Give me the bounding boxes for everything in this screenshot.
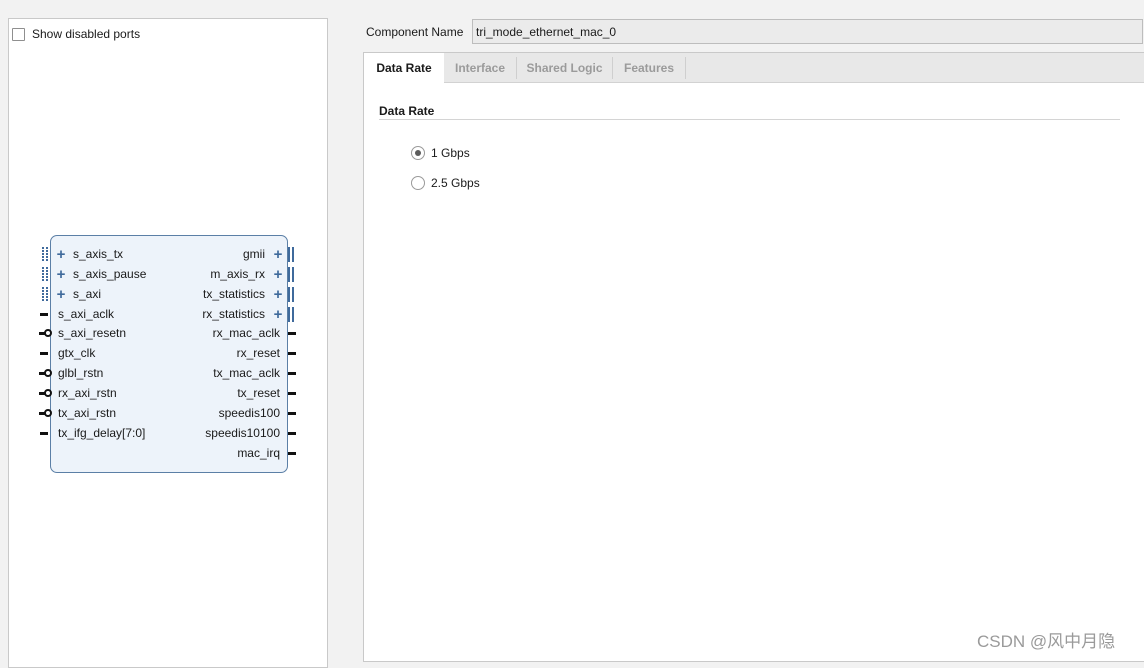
bus-connector-icon <box>41 266 51 282</box>
port-label: tx_ifg_delay[7:0] <box>58 425 146 440</box>
port-tx-axi-rstn: tx_axi_rstn <box>51 405 116 421</box>
tab-separator <box>685 57 686 79</box>
port-tx-mac-aclk: tx_mac_aclk <box>213 365 287 381</box>
pin-icon <box>287 425 297 441</box>
port-rx-reset: rx_reset <box>237 345 287 361</box>
port-mac-irq: mac_irq <box>237 445 287 461</box>
tab-bar: Data Rate Interface Shared Logic Feature… <box>364 53 1144 84</box>
port-s-axis-tx: + s_axis_tx <box>51 246 123 262</box>
port-label: glbl_rstn <box>58 366 104 381</box>
port-speedis10100: speedis10100 <box>205 425 287 441</box>
port-label: mac_irq <box>237 445 280 460</box>
data-rate-option-1gbps[interactable]: 1 Gbps <box>411 145 470 161</box>
pin-icon <box>287 445 297 461</box>
config-panel: Data Rate Interface Shared Logic Feature… <box>363 52 1144 662</box>
port-label: tx_reset <box>237 385 280 400</box>
port-label: m_axis_rx <box>210 266 265 281</box>
port-label: gmii <box>242 247 265 261</box>
expand-bus-icon[interactable]: + <box>271 247 285 262</box>
bus-connector-icon <box>41 246 51 262</box>
port-rx-axi-rstn: rx_axi_rstn <box>51 385 117 401</box>
bus-connector-icon <box>287 306 297 322</box>
pin-icon <box>287 365 297 381</box>
port-label: tx_mac_aclk <box>213 366 280 381</box>
port-label: s_axi_resetn <box>58 326 127 341</box>
active-low-pin-icon <box>39 365 52 381</box>
active-low-pin-icon <box>39 325 52 341</box>
port-s-axi: + s_axi <box>51 286 101 302</box>
show-disabled-ports-checkbox[interactable] <box>12 27 25 41</box>
bus-connector-icon <box>287 246 297 262</box>
port-label: rx_axi_rstn <box>58 385 117 400</box>
port-label: tx_statistics <box>202 286 265 301</box>
watermark: CSDN @风中月隐 <box>977 632 1116 651</box>
port-tx-reset: tx_reset <box>237 385 287 401</box>
ip-symbol-block: + s_axis_tx + s_axis_pause + s_axi s_axi_aclks… <box>39 235 296 473</box>
port-label: gtx_clk <box>58 346 96 361</box>
port-label: tx_axi_rstn <box>58 405 117 420</box>
port-m-axis-rx: m_axis_rx + <box>210 266 287 282</box>
port-tx-statistics: tx_statistics + <box>203 286 287 302</box>
show-disabled-ports-option[interactable]: Show disabled ports <box>12 27 140 41</box>
port-label: speedis10100 <box>205 425 280 440</box>
tab-interface[interactable]: Interface <box>444 53 516 83</box>
tab-shared-logic[interactable]: Shared Logic <box>517 53 612 83</box>
port-s-axi-aclk: s_axi_aclk <box>51 306 114 322</box>
pin-icon <box>40 425 51 441</box>
component-name-input[interactable] <box>472 19 1143 44</box>
radio-1gbps[interactable] <box>411 146 425 160</box>
symbol-panel: Show disabled ports + s_axis_tx + s_axis_pa… <box>8 18 328 668</box>
pin-icon <box>40 345 51 361</box>
active-low-pin-icon <box>39 405 52 421</box>
port-gmii: gmii + <box>243 246 287 262</box>
port-label: s_axi_aclk <box>58 306 115 321</box>
bus-connector-icon <box>41 286 51 302</box>
expand-bus-icon[interactable]: + <box>271 307 285 322</box>
port-s-axi-resetn: s_axi_resetn <box>51 325 126 341</box>
expand-bus-icon[interactable]: + <box>54 287 68 302</box>
port-tx-ifg-delay-7-0: tx_ifg_delay[7:0] <box>51 425 145 441</box>
tab-data-rate[interactable]: Data Rate <box>364 53 444 84</box>
pin-icon <box>287 405 297 421</box>
port-gtx-clk: gtx_clk <box>51 345 95 361</box>
expand-bus-icon[interactable]: + <box>54 247 68 262</box>
port-glbl-rstn: glbl_rstn <box>51 365 103 381</box>
port-label: s_axi <box>73 286 102 301</box>
pin-icon <box>40 306 51 322</box>
tab-features[interactable]: Features <box>613 53 685 83</box>
pin-icon <box>287 345 297 361</box>
expand-bus-icon[interactable]: + <box>271 267 285 282</box>
port-label: rx_reset <box>236 346 280 361</box>
expand-bus-icon[interactable]: + <box>271 287 285 302</box>
radio-2-5gbps-label: 2.5 Gbps <box>431 176 480 190</box>
port-s-axis-pause: + s_axis_pause <box>51 266 147 282</box>
active-low-pin-icon <box>39 385 52 401</box>
radio-1gbps-label: 1 Gbps <box>431 146 470 160</box>
port-label: speedis100 <box>218 405 280 420</box>
port-speedis100: speedis100 <box>219 405 287 421</box>
port-label: s_axis_pause <box>73 266 147 281</box>
pin-icon <box>287 385 297 401</box>
expand-bus-icon[interactable]: + <box>54 267 68 282</box>
bus-connector-icon <box>287 266 297 282</box>
port-rx-statistics: rx_statistics + <box>202 306 287 322</box>
data-rate-option-2-5gbps[interactable]: 2.5 Gbps <box>411 175 480 191</box>
bus-connector-icon <box>287 286 297 302</box>
pin-icon <box>287 325 297 341</box>
port-label: rx_mac_aclk <box>212 326 280 341</box>
data-rate-section-title: Data Rate <box>379 104 435 118</box>
section-divider <box>379 119 1120 120</box>
port-label: rx_statistics <box>202 306 265 321</box>
port-label: s_axis_tx <box>73 247 124 261</box>
radio-2-5gbps[interactable] <box>411 176 425 190</box>
show-disabled-ports-label: Show disabled ports <box>32 27 141 41</box>
port-rx-mac-aclk: rx_mac_aclk <box>213 325 287 341</box>
component-name-label: Component Name <box>366 25 464 39</box>
